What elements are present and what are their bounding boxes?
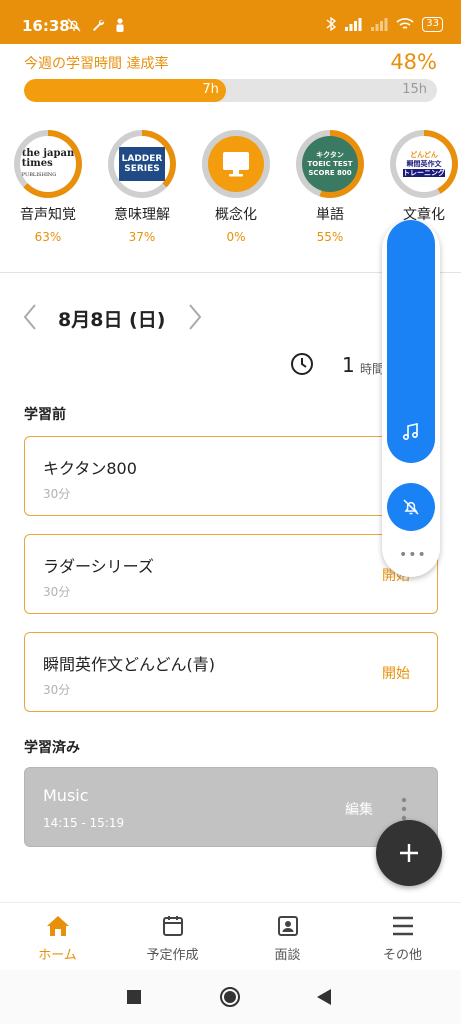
clock-icon (291, 353, 313, 375)
category-name: 単語 (316, 207, 344, 223)
category-percent: 63% (34, 230, 62, 244)
category-percent: 55% (316, 230, 344, 244)
category-item[interactable]: キクタン TOEIC TEST SCORE 800 単語 55% (283, 130, 377, 244)
nav-label: その他 (382, 948, 422, 963)
weekly-current-hours: 7h (202, 82, 219, 97)
category-percent: 0% (226, 230, 246, 244)
mute-button[interactable] (387, 483, 435, 531)
weekly-percent: 48% (390, 50, 437, 74)
category-item[interactable]: 概念化 0% (189, 130, 283, 244)
kikutan-logo: キクタン TOEIC TEST SCORE 800 (302, 136, 358, 192)
category-name: 概念化 (215, 207, 257, 223)
home-icon (46, 916, 69, 936)
category-item[interactable]: LADDER SERIES 意味理解 37% (95, 130, 189, 244)
chevron-right-icon[interactable] (185, 300, 205, 334)
battery-icon: 33 (422, 16, 443, 32)
menu-icon (392, 916, 413, 936)
task-title: 瞬間英作文どんどん(青) (43, 655, 216, 674)
floating-widget[interactable]: ••• (382, 220, 440, 577)
status-time: 16:38 (22, 17, 70, 35)
contact-card-icon (277, 916, 298, 936)
bell-off-icon (403, 499, 419, 515)
task-card[interactable]: 瞬間英作文どんどん(青) 30分 開始 (24, 632, 438, 712)
bluetooth-icon (326, 16, 337, 32)
status-bar: 16:38 33 (0, 0, 461, 44)
nav-home[interactable]: ホーム (0, 913, 115, 963)
weekly-target-hours: 15h (402, 82, 427, 97)
nav-label: 予定作成 (146, 948, 199, 963)
task-card[interactable]: キクタン800 30分 開始 (24, 436, 438, 516)
completed-task-card[interactable]: Music 14:15 - 15:19 編集 (24, 767, 438, 847)
music-note-icon[interactable] (401, 422, 421, 442)
home-circle-icon[interactable] (219, 986, 241, 1008)
nav-other[interactable]: その他 (345, 913, 460, 963)
bottom-navigation: ホーム 予定作成 面談 その他 (0, 902, 461, 970)
current-date[interactable]: 8月8日 (日) (58, 305, 165, 332)
recents-icon[interactable] (126, 989, 142, 1005)
back-icon[interactable] (316, 988, 332, 1006)
daily-time-summary: 1 時間 (290, 350, 390, 380)
person-icon (116, 18, 124, 32)
category-ring: どんどん 瞬間英作文 トレーニング (390, 130, 458, 198)
category-name: 意味理解 (114, 207, 170, 223)
task-duration: 30分 (43, 585, 71, 599)
floating-music-panel[interactable] (387, 220, 435, 463)
wrench-icon (93, 19, 105, 31)
category-name: 音声知覚 (20, 207, 76, 223)
japan-times-logo: the japan times PUBLISHING (20, 136, 76, 192)
category-ring: キクタン TOEIC TEST SCORE 800 (296, 130, 364, 198)
start-button[interactable]: 開始 (382, 663, 410, 683)
plus-icon (400, 844, 418, 862)
category-ring (202, 130, 270, 198)
monitor-icon (208, 136, 264, 192)
task-card[interactable]: ラダーシリーズ 30分 開始 (24, 534, 438, 614)
more-horiz-icon[interactable]: ••• (399, 547, 427, 563)
edit-button[interactable]: 編集 (345, 799, 373, 819)
category-ring: LADDER SERIES (108, 130, 176, 198)
bell-off-icon (67, 18, 81, 32)
add-button[interactable] (376, 820, 442, 886)
weekly-progress-fill (24, 79, 227, 102)
daily-time-value: 1 (342, 353, 355, 377)
section-done: 学習済み (24, 740, 80, 756)
signal-icon (345, 18, 362, 31)
nav-schedule[interactable]: 予定作成 (115, 913, 230, 963)
wifi-icon (396, 18, 414, 29)
completed-task-time: 14:15 - 15:19 (43, 816, 125, 830)
section-before: 学習前 (24, 407, 66, 423)
daily-time-unit: 時間 (360, 362, 385, 376)
task-duration: 30分 (43, 683, 71, 697)
task-title: ラダーシリーズ (43, 557, 154, 576)
system-navigation (0, 970, 461, 1024)
status-right-icons: 33 (326, 16, 443, 32)
completed-task-title: Music (43, 786, 89, 805)
category-item[interactable]: どんどん 瞬間英作文 トレーニング 文章化 (377, 130, 461, 230)
dondon-logo: どんどん 瞬間英作文 トレーニング (396, 136, 452, 192)
more-vert-icon[interactable] (399, 795, 409, 823)
ladder-series-logo: LADDER SERIES (114, 136, 170, 192)
category-percent: 37% (128, 230, 156, 244)
date-navigator: 8月8日 (日) (20, 300, 220, 334)
nav-label: 面談 (274, 948, 301, 963)
category-ring: the japan times PUBLISHING (14, 130, 82, 198)
category-item[interactable]: the japan times PUBLISHING 音声知覚 63% (1, 130, 95, 244)
status-left-icons (66, 17, 126, 33)
chevron-left-icon[interactable] (20, 300, 40, 334)
calendar-icon (162, 916, 183, 936)
signal-weak-icon (371, 18, 388, 31)
nav-label: ホーム (38, 948, 77, 963)
task-duration: 30分 (43, 487, 71, 501)
weekly-label: 今週の学習時間 達成率 (24, 56, 169, 72)
nav-meeting[interactable]: 面談 (230, 913, 345, 963)
weekly-progress-bar: 7h 15h (24, 79, 437, 102)
task-title: キクタン800 (43, 459, 137, 478)
